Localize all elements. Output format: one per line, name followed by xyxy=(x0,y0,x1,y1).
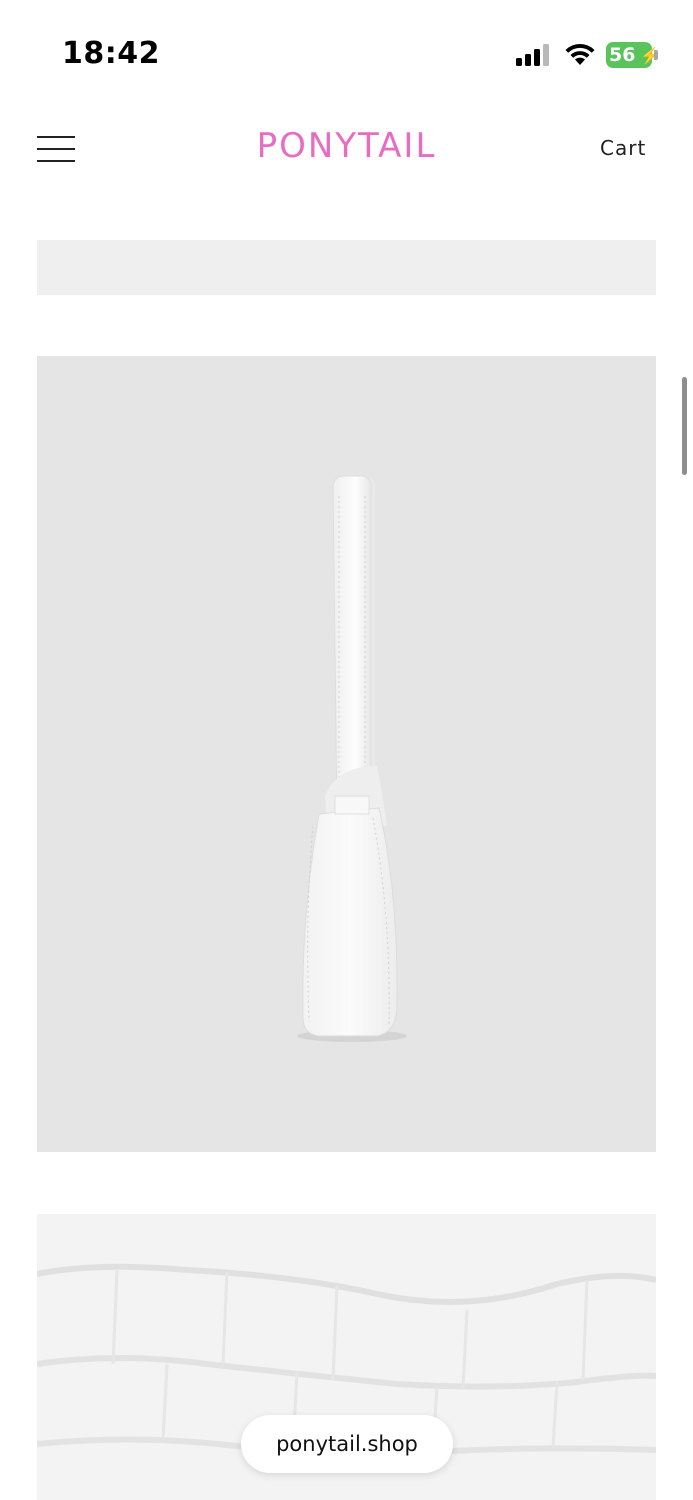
cellular-signal-icon xyxy=(516,44,549,66)
status-bar: 18:42 56 ⚡ xyxy=(0,0,693,100)
battery-cap xyxy=(654,50,658,60)
product-image-partial[interactable] xyxy=(37,240,656,295)
product-image-bag[interactable] xyxy=(37,356,656,1152)
shoulder-bag-illustration xyxy=(297,475,407,1042)
wifi-icon xyxy=(565,43,595,65)
cart-link[interactable]: Cart xyxy=(600,136,646,160)
battery-charging-icon: 56 ⚡ xyxy=(606,42,660,68)
status-time: 18:42 xyxy=(62,36,160,71)
scrollbar[interactable] xyxy=(682,377,687,475)
site-logo[interactable]: PONYTAIL xyxy=(0,126,693,166)
battery-level: 56 xyxy=(609,44,636,66)
url-bar[interactable]: ponytail.shop xyxy=(241,1415,453,1473)
site-header: PONYTAIL Cart xyxy=(0,110,693,190)
